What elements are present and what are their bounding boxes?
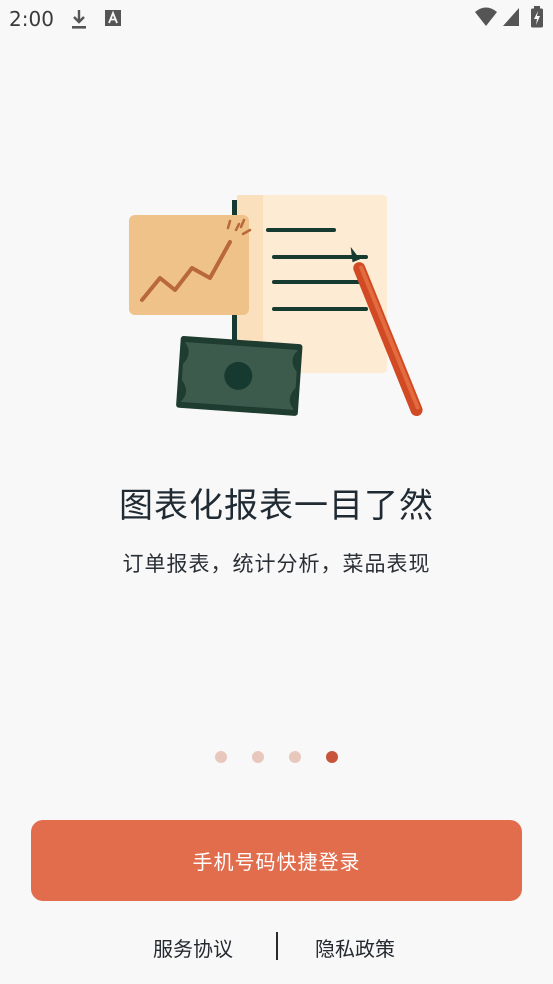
page-dot-4-active[interactable]	[326, 751, 338, 763]
download-icon	[70, 8, 88, 34]
onboarding-screen: 2:00 图表化报表一目了然 订单报表，统计分析，菜品表现 手机号码快捷登录 服…	[0, 0, 553, 984]
legal-links: 服务协议 隐私政策	[0, 930, 553, 962]
signal-icon	[502, 7, 520, 31]
status-time: 2:00	[9, 7, 54, 31]
onboarding-subtitle: 订单报表，统计分析，菜品表现	[122, 552, 431, 576]
page-dot-1[interactable]	[215, 751, 227, 763]
wifi-icon	[474, 7, 498, 31]
terms-link[interactable]: 服务协议	[153, 933, 233, 962]
page-indicator	[0, 751, 553, 763]
privacy-link[interactable]: 隐私政策	[315, 933, 395, 962]
page-dot-3[interactable]	[289, 751, 301, 763]
battery-charging-icon	[530, 6, 544, 32]
status-bar: 2:00	[0, 0, 553, 38]
page-dot-2[interactable]	[252, 751, 264, 763]
link-divider	[276, 932, 278, 960]
text-a-icon	[104, 8, 122, 32]
phone-login-button[interactable]: 手机号码快捷登录	[31, 820, 522, 901]
reports-illustration	[120, 190, 430, 430]
onboarding-title: 图表化报表一目了然	[119, 486, 434, 526]
